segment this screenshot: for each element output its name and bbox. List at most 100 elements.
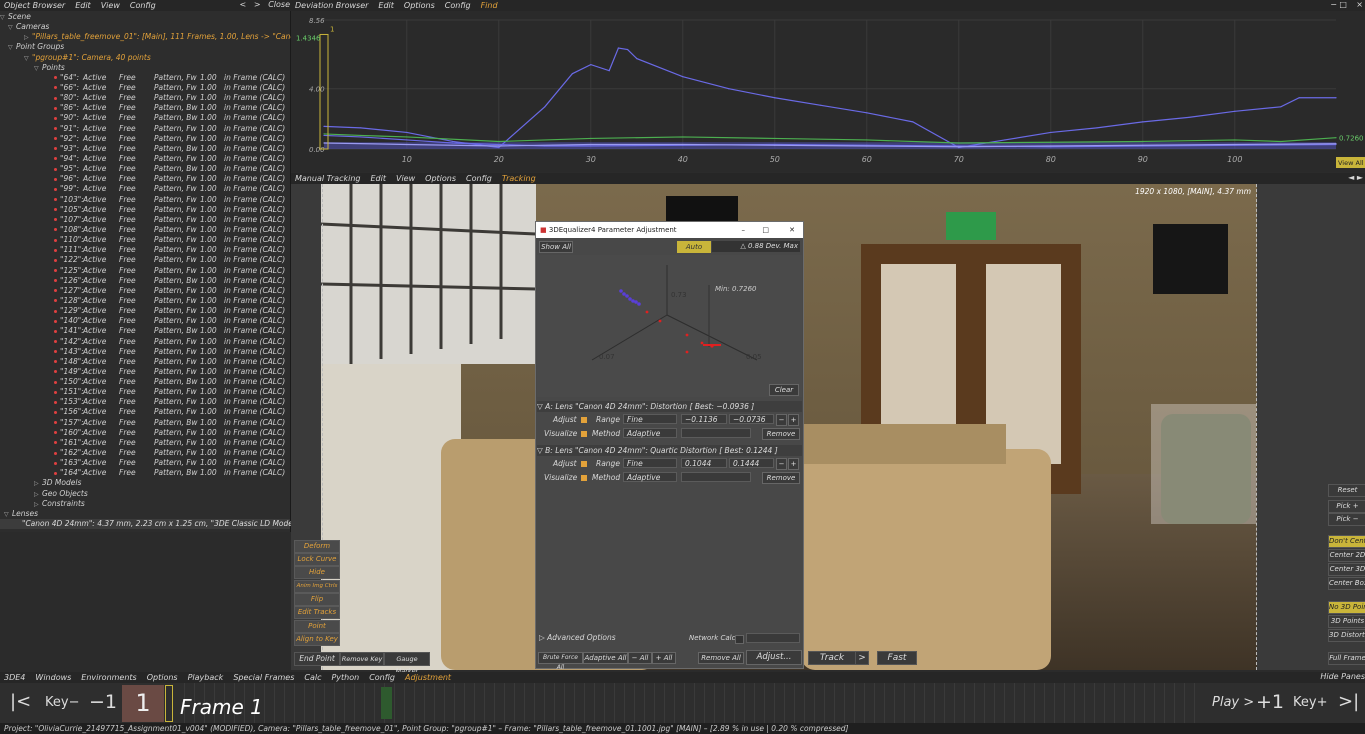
- view-button-center-3d[interactable]: Center 3D: [1328, 563, 1365, 576]
- tree-constraints[interactable]: ▷ Constraints: [0, 499, 290, 509]
- point-row[interactable]: "157": Active Free Pattern, Bw 1.00 in Frame …: [0, 418, 290, 428]
- plus-all-button[interactable]: + All: [652, 652, 676, 664]
- menu-config[interactable]: Config: [130, 1, 156, 10]
- menu-edit[interactable]: Edit: [370, 174, 386, 183]
- view-button-pick-[interactable]: Pick +: [1328, 500, 1365, 513]
- visualize-checkbox-b[interactable]: [581, 475, 587, 481]
- point-row[interactable]: "66": Active Free Pattern, Fw 1.00 in Frame (…: [0, 83, 290, 93]
- close-button[interactable]: ✕: [789, 222, 795, 238]
- point-row[interactable]: "90": Active Free Pattern, Bw 1.00 in Frame (…: [0, 113, 290, 123]
- section-b-header[interactable]: ▽ B: Lens "Canon 4D 24mm": Quartic Disto…: [537, 445, 802, 456]
- menu-object-browser[interactable]: Object Browser: [4, 1, 65, 10]
- menu-options[interactable]: Options: [147, 673, 178, 682]
- range-max-b[interactable]: 0.1444: [729, 458, 774, 468]
- point-row[interactable]: "86": Active Free Pattern, Bw 1.00 in Frame (…: [0, 103, 290, 113]
- point-row[interactable]: "150": Active Free Pattern, Bw 1.00 in Frame …: [0, 377, 290, 387]
- method-select-b[interactable]: Adaptive: [623, 472, 677, 482]
- point-row[interactable]: "122": Active Free Pattern, Fw 1.00 in Frame …: [0, 255, 290, 265]
- point-row[interactable]: "151": Active Free Pattern, Fw 1.00 in Frame …: [0, 387, 290, 397]
- point-row[interactable]: "110": Active Free Pattern, Fw 1.00 in Frame …: [0, 235, 290, 245]
- deviation-graph[interactable]: 10 20 30 40 50 60 70 80 90 100 8.56 4.00 0.00 1.4346 1…: [291, 12, 1365, 172]
- point-row[interactable]: "107": Active Free Pattern, Fw 1.00 in Frame …: [0, 215, 290, 225]
- method-select-a[interactable]: Adaptive: [623, 428, 677, 438]
- point-row[interactable]: "94": Active Free Pattern, Fw 1.00 in Frame (…: [0, 154, 290, 164]
- show-all-button[interactable]: Show All: [539, 241, 573, 253]
- point-row[interactable]: "125": Active Free Pattern, Fw 1.00 in Frame …: [0, 266, 290, 276]
- adjust-checkbox-a[interactable]: [581, 417, 587, 423]
- auto-button[interactable]: Auto: [677, 241, 711, 253]
- tool-button-point-defaults[interactable]: Point Defaults: [294, 620, 340, 641]
- hide-panes-button[interactable]: Hide Panes: [1320, 672, 1365, 681]
- point-row[interactable]: "128": Active Free Pattern, Fw 1.00 in Frame …: [0, 296, 290, 306]
- view-button-center-2d[interactable]: Center 2D: [1328, 549, 1365, 562]
- point-row[interactable]: "160": Active Free Pattern, Fw 1.00 in Frame …: [0, 428, 290, 438]
- window-controls[interactable]: − □: [1330, 0, 1347, 9]
- menu-windows[interactable]: Windows: [35, 673, 71, 682]
- point-row[interactable]: "153": Active Free Pattern, Fw 1.00 in Frame …: [0, 397, 290, 407]
- point-row[interactable]: "129": Active Free Pattern, Fw 1.00 in Frame …: [0, 306, 290, 316]
- menu-manual-tracking[interactable]: Manual Tracking: [295, 174, 360, 183]
- plus-button-b[interactable]: +: [788, 458, 799, 470]
- point-row[interactable]: "105": Active Free Pattern, Fw 1.00 in Frame …: [0, 205, 290, 215]
- range-min-b[interactable]: 0.1044: [681, 458, 727, 468]
- timeline-bar[interactable]: |< Key− −1 1 Frame 1 Play > +1 Key+ >|: [0, 683, 1365, 723]
- brute-force-all-button[interactable]: Brute Force All: [538, 652, 583, 671]
- point-row[interactable]: "111": Active Free Pattern, Fw 1.00 in Frame …: [0, 245, 290, 255]
- tree-pgroup-item[interactable]: ▽ "pgroup#1": Camera, 40 points: [0, 53, 290, 63]
- menu-config[interactable]: Config: [369, 673, 395, 682]
- playhead[interactable]: [165, 685, 173, 722]
- tool-button-align-to-key[interactable]: Align to Key: [294, 633, 340, 646]
- menu-tracking[interactable]: Tracking: [502, 174, 536, 183]
- method-extra-b[interactable]: [681, 472, 751, 482]
- tree-points[interactable]: ▽ Points: [0, 63, 290, 73]
- menu-view[interactable]: View: [396, 174, 415, 183]
- view-all-button[interactable]: View All: [1338, 159, 1364, 167]
- deviation-chart[interactable]: 10 20 30 40 50 60 70 80 90 100 8.56 4.00 0.00 1.4346 1…: [291, 12, 1365, 172]
- gauge-marker-button[interactable]: Gauge Marker: [384, 652, 430, 675]
- point-row[interactable]: "91": Active Free Pattern, Fw 1.00 in Frame (…: [0, 124, 290, 134]
- tree-3d-models[interactable]: ▷ 3D Models: [0, 478, 290, 488]
- range-min-a[interactable]: −0.1136: [681, 414, 727, 424]
- remove-button-b[interactable]: Remove: [762, 472, 800, 484]
- nav-forward-button[interactable]: >: [254, 0, 261, 9]
- point-row[interactable]: "163": Active Free Pattern, Fw 1.00 in Frame …: [0, 458, 290, 468]
- point-row[interactable]: "126": Active Free Pattern, Bw 1.00 in Frame …: [0, 276, 290, 286]
- point-row[interactable]: "156": Active Free Pattern, Fw 1.00 in Frame …: [0, 407, 290, 417]
- point-row[interactable]: "95": Active Free Pattern, Bw 1.00 in Frame (…: [0, 164, 290, 174]
- menu-playback[interactable]: Playback: [188, 673, 224, 682]
- view-button-full-frame[interactable]: Full Frame: [1328, 652, 1365, 665]
- point-row[interactable]: "108": Active Free Pattern, Fw 1.00 in Frame …: [0, 225, 290, 235]
- menu-calc[interactable]: Calc: [304, 673, 321, 682]
- range-select-a[interactable]: Fine: [623, 414, 677, 424]
- close-button[interactable]: Close: [268, 0, 290, 9]
- view-button-pick-[interactable]: Pick −: [1328, 513, 1365, 526]
- tree-camera-item[interactable]: ▷ "Pillars_table_freemove_01": [Main], 11…: [0, 32, 307, 42]
- collapse-arrows-icon[interactable]: ◄ ►: [1348, 173, 1363, 182]
- nav-back-button[interactable]: <: [240, 0, 247, 9]
- menu-find[interactable]: Find: [481, 1, 498, 10]
- tree-point-groups[interactable]: ▽ Point Groups: [0, 42, 290, 52]
- minus-button-a[interactable]: −: [776, 414, 787, 426]
- point-row[interactable]: "103": Active Free Pattern, Fw 1.00 in Frame …: [0, 195, 290, 205]
- point-row[interactable]: "92": Active Free Pattern, Fw 1.00 in Frame (…: [0, 134, 290, 144]
- adaptive-all-button[interactable]: Adaptive All: [583, 652, 628, 664]
- tool-button-deform-track[interactable]: Deform Track: [294, 540, 340, 561]
- remove-button-a[interactable]: Remove: [762, 428, 800, 440]
- tool-button-lock-curve[interactable]: Lock Curve: [294, 553, 340, 566]
- point-row[interactable]: "99": Active Free Pattern, Fw 1.00 in Frame (…: [0, 184, 290, 194]
- minus-one-button[interactable]: −1: [89, 691, 117, 713]
- tool-button-flip-direction[interactable]: Flip Direction: [294, 593, 340, 614]
- menu-config[interactable]: Config: [466, 174, 492, 183]
- advanced-options-toggle[interactable]: ▷ Advanced Options: [539, 633, 616, 642]
- point-row[interactable]: "164": Active Free Pattern, Bw 1.00 in Frame …: [0, 468, 290, 478]
- point-row[interactable]: "142": Active Free Pattern, Fw 1.00 in Frame …: [0, 337, 290, 347]
- view-button-center-box[interactable]: Center Box: [1328, 577, 1365, 590]
- tool-button-edit-tracks[interactable]: Edit Tracks: [294, 606, 340, 619]
- menu-3de4[interactable]: 3DE4: [4, 673, 25, 682]
- visualize-checkbox-a[interactable]: [581, 431, 587, 437]
- network-calc-checkbox[interactable]: [735, 635, 744, 644]
- point-row[interactable]: "148": Active Free Pattern, Fw 1.00 in Frame …: [0, 357, 290, 367]
- point-row[interactable]: "141": Active Free Pattern, Bw 1.00 in Frame …: [0, 326, 290, 336]
- point-row[interactable]: "140": Active Free Pattern, Fw 1.00 in Frame …: [0, 316, 290, 326]
- menu-view[interactable]: View: [101, 1, 120, 10]
